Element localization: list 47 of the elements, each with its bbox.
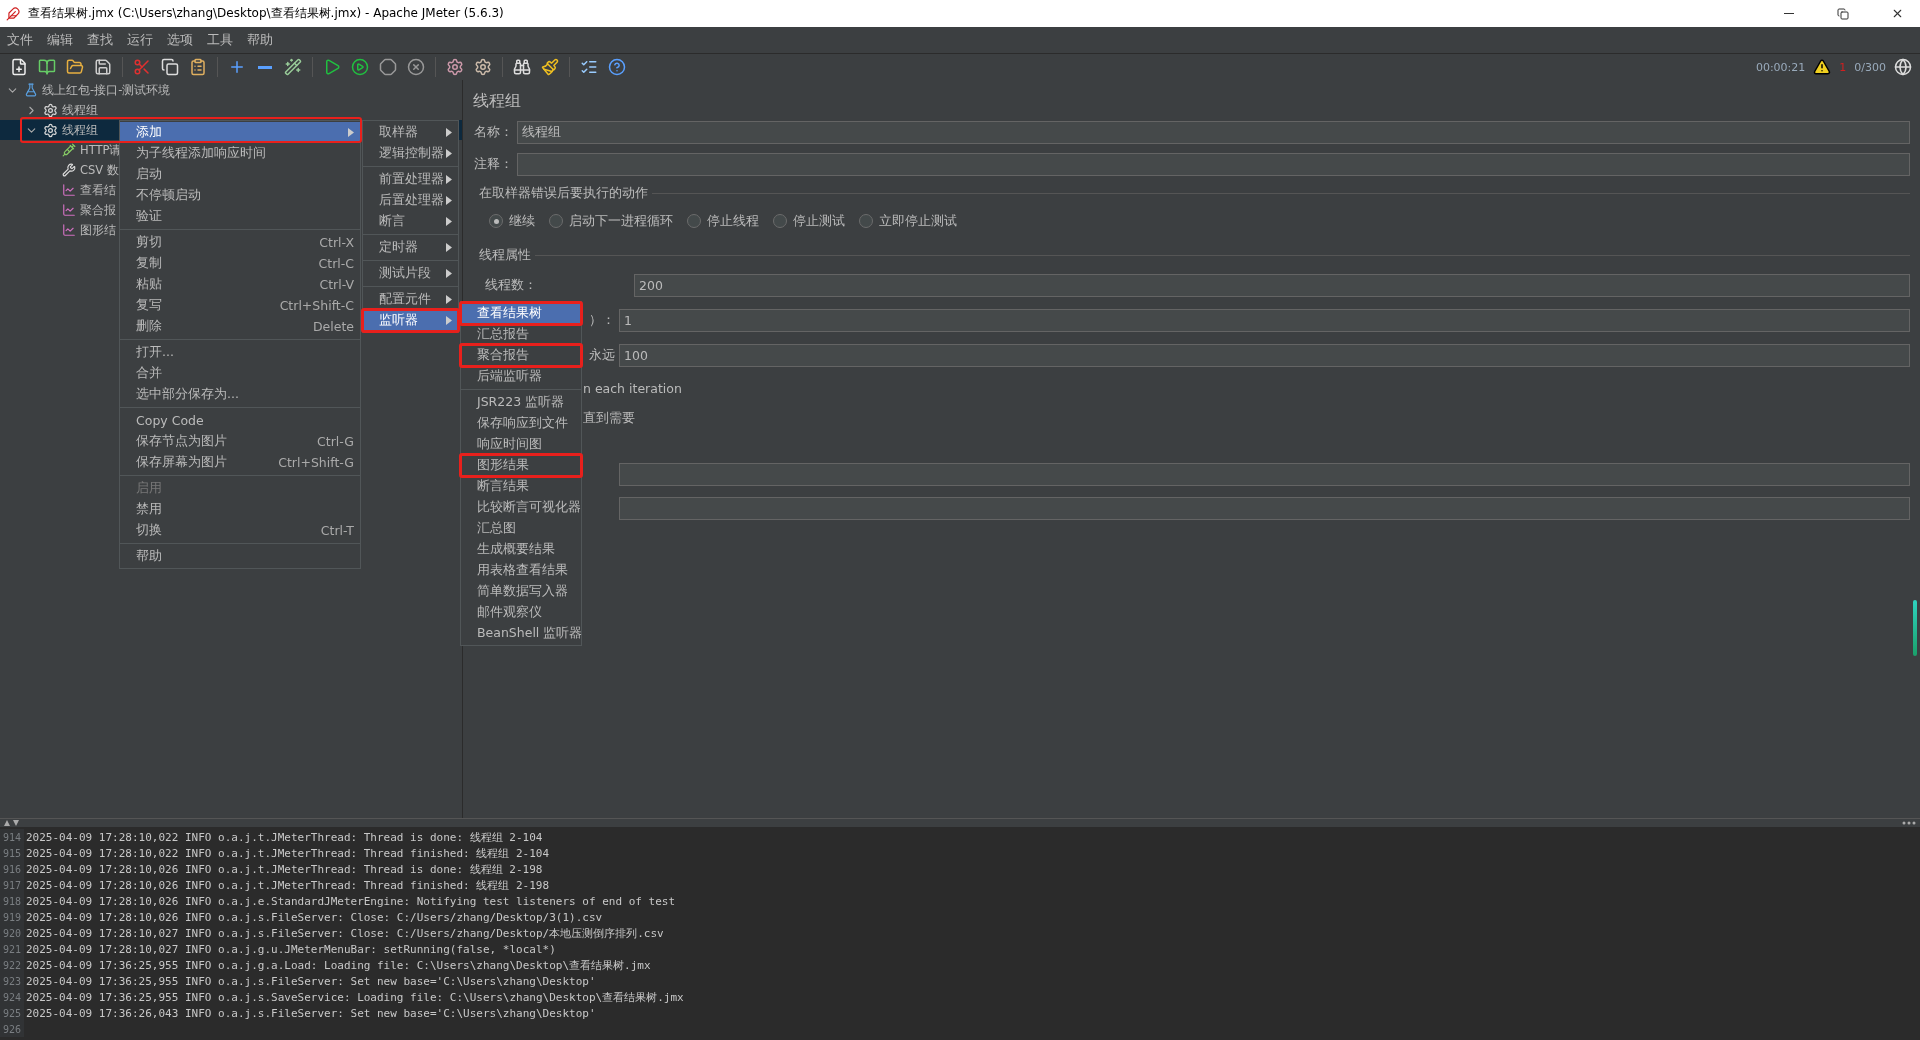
log-line: 2025-04-09 17:36:25,955 INFO o.a.j.g.a.Load: Loading file: C:\Users\zhang\Desktop\查看结果树.jmx (25, 957, 651, 973)
tree-label: 图形结 (80, 222, 116, 238)
line-number: 925 (0, 1005, 24, 1021)
tree-label: CSV 数 (80, 162, 119, 178)
field-label: 永远 (589, 347, 615, 364)
option-label: 直到需要 (583, 409, 635, 427)
group-title: 线程属性 (479, 246, 531, 264)
line-number: 915 (0, 845, 24, 861)
line-number: 920 (0, 925, 24, 941)
line-number: 924 (0, 989, 24, 1005)
line-number: 926 (0, 1021, 24, 1037)
line-number: 922 (0, 957, 24, 973)
tree-label: 线程组 (62, 102, 98, 118)
log-line: 2025-04-09 17:28:10,026 INFO o.a.j.t.JMeterThread: Thread finished: 线程组 2-198 (25, 877, 550, 893)
log-line: 2025-04-09 17:36:26,043 INFO o.a.j.s.FileServer: Set new base='C:\Users\zhang\Desktop' (25, 1006, 596, 1020)
log-line: 2025-04-09 17:36:25,955 INFO o.a.j.s.SaveService: Loading file: C:\Users\zhang\Desktop\查看结果树.jmx (25, 989, 684, 1005)
tree-label: 线上红包-接口-测试环境 (42, 82, 171, 98)
field-label: 名称： (473, 123, 513, 141)
field-label: ）： (589, 312, 615, 329)
tree-label: 查看结 (80, 182, 116, 198)
group-title: 在取样器错误后要执行的动作 (479, 184, 648, 202)
log-line: 2025-04-09 17:28:10,022 INFO o.a.j.t.JMeterThread: Thread finished: 线程组 2-104 (25, 845, 550, 861)
panel-title: 线程组 (473, 89, 522, 112)
line-number: 918 (0, 893, 24, 909)
log-line: 2025-04-09 17:28:10,027 INFO o.a.j.g.u.JMeterMenuBar: setRunning(false, *local*) (25, 942, 556, 956)
log-line: 2025-04-09 17:28:10,026 INFO o.a.j.s.FileServer: Close: C:/Users/zhang/Desktop/3(1).csv (25, 910, 603, 924)
window-title: 查看结果树.jmx (C:\Users\zhang\Desktop\查看结果树.jmx) - Apache JMeter (5.6.3) (28, 5, 505, 22)
thread-count: 0/300 (1854, 60, 1886, 74)
tree-label: 聚合报 (80, 202, 116, 218)
field-label: 线程数： (484, 277, 537, 294)
log-line: 2025-04-09 17:28:10,026 INFO o.a.j.e.StandardJMeterEngine: Notifying test listeners of end of test (25, 894, 675, 908)
elapsed-time: 00:00:21 (1755, 60, 1806, 74)
tree-label: HTTP请 (80, 142, 122, 158)
line-number: 919 (0, 909, 24, 925)
line-number: 916 (0, 861, 24, 877)
log-line: 2025-04-09 17:28:10,022 INFO o.a.j.t.JMeterThread: Thread is done: 线程组 2-104 (25, 829, 543, 845)
line-number: 921 (0, 941, 24, 957)
log-line: 2025-04-09 17:28:10,027 INFO o.a.j.s.FileServer: Close: C:/Users/zhang/Desktop/本地压测倒序排列.csv (25, 925, 664, 941)
error-count: 1 (1839, 60, 1847, 74)
line-number: 914 (0, 829, 24, 845)
field-label: 注释： (473, 155, 513, 173)
tree-label: 线程组 (62, 122, 98, 138)
log-line: 2025-04-09 17:28:10,026 INFO o.a.j.t.JMeterThread: Thread is done: 线程组 2-198 (25, 861, 543, 877)
option-label: n each iteration (583, 380, 682, 396)
log-line: 2025-04-09 17:36:25,955 INFO o.a.j.s.FileServer: Set new base='C:\Users\zhang\Desktop' (25, 974, 596, 988)
line-number: 917 (0, 877, 24, 893)
line-number: 923 (0, 973, 24, 989)
